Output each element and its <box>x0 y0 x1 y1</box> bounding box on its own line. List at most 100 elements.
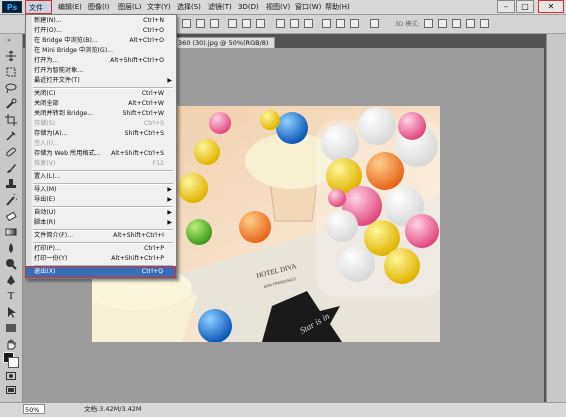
menu-item-print-one-copy[interactable]: 打印一份(Y) Alt+Shift+Ctrl+P <box>26 254 176 264</box>
menu-item-file-info[interactable]: 文件简介(F)... Alt+Shift+Ctrl+I <box>26 231 176 241</box>
menu-item-exit[interactable]: 退出(X) Ctrl+Q <box>25 266 176 278</box>
auto-align-icon[interactable] <box>370 19 379 28</box>
menu-item-label: 存储为 Web 所用格式... <box>34 150 101 157</box>
menu-item-export[interactable]: 导出(E) ▶ <box>26 195 176 205</box>
3d-pan-icon[interactable] <box>452 19 461 28</box>
align-center-icon[interactable] <box>242 19 251 28</box>
menu-item-shortcut: Ctrl+N <box>143 17 164 24</box>
move-tool-icon[interactable] <box>5 50 17 62</box>
menu-item-open[interactable]: 打开(O)... Ctrl+O <box>26 26 176 36</box>
menu-file[interactable]: 文件(F) <box>25 0 52 26</box>
menu-item-revert[interactable]: 恢复(V) F12 <box>26 159 176 169</box>
type-tool-icon[interactable]: T <box>5 290 17 302</box>
healing-brush-tool-icon[interactable] <box>5 146 17 158</box>
menu-item-close-go-bridge[interactable]: 关闭并转到 Bridge... Shift+Ctrl+W <box>26 109 176 119</box>
distribute-bottom-icon[interactable] <box>304 19 313 28</box>
menu-item-label: 存储(S) <box>34 120 56 127</box>
distribute-left-icon[interactable] <box>322 19 331 28</box>
menu-item-shortcut: Shift+Ctrl+W <box>122 110 164 117</box>
3d-mode-label: 3D 模式: <box>395 21 420 28</box>
background-color-swatch[interactable] <box>8 357 19 368</box>
pen-tool-icon[interactable] <box>5 274 17 286</box>
menu-item-shortcut: F12 <box>152 160 164 167</box>
menu-item-print[interactable]: 打印(P)... Ctrl+P <box>26 244 176 254</box>
menu-item-scripts[interactable]: 脚本(R) ▶ <box>26 218 176 228</box>
menu-item-close-all[interactable]: 关闭全部 Alt+Ctrl+W <box>26 99 176 109</box>
hand-tool-icon[interactable] <box>5 338 17 350</box>
vertical-scrollbar[interactable] <box>546 34 566 402</box>
menu-item-save-as[interactable]: 存储为(A)... Shift+Ctrl+S <box>26 129 176 139</box>
distribute-center-icon[interactable] <box>336 19 345 28</box>
zoom-field[interactable]: 50% <box>23 404 45 414</box>
3d-slide-icon[interactable] <box>466 19 475 28</box>
menu-window[interactable]: 窗口(W) <box>292 0 324 14</box>
submenu-arrow-icon: ▶ <box>167 77 172 84</box>
menu-help[interactable]: 帮助(H) <box>322 0 353 14</box>
menu-item-save-for-web[interactable]: 存储为 Web 所用格式... Alt+Shift+Ctrl+S <box>26 149 176 159</box>
menu-image[interactable]: 图像(I) <box>85 0 113 14</box>
distribute-right-icon[interactable] <box>350 19 359 28</box>
eyedropper-tool-icon[interactable] <box>5 130 17 142</box>
menu-item-browse-bridge[interactable]: 在 Bridge 中浏览(B)... Alt+Ctrl+O <box>26 36 176 46</box>
clone-stamp-tool-icon[interactable] <box>5 178 17 190</box>
menu-item-automate[interactable]: 自动(U) ▶ <box>26 208 176 218</box>
align-left-icon[interactable] <box>228 19 237 28</box>
minimize-button[interactable]: – <box>497 0 515 13</box>
menu-item-save[interactable]: 存储(S) Ctrl+S <box>26 119 176 129</box>
marquee-tool-icon[interactable] <box>5 66 17 78</box>
menu-view[interactable]: 视图(V) <box>263 0 293 14</box>
menu-select[interactable]: 选择(S) <box>174 0 204 14</box>
close-button[interactable]: ✕ <box>538 0 564 13</box>
blur-tool-icon[interactable] <box>5 242 17 254</box>
dodge-tool-icon[interactable] <box>5 258 17 270</box>
collapse-toolbox-icon[interactable]: » <box>7 38 15 44</box>
menu-item-label: 退出(X) <box>34 268 56 275</box>
menu-item-open-smart-object[interactable]: 打开为智能对象... <box>26 66 176 76</box>
3d-roll-icon[interactable] <box>438 19 447 28</box>
menu-filter[interactable]: 滤镜(T) <box>205 0 235 14</box>
menu-item-open-as[interactable]: 打开为... Alt+Shift+Ctrl+O <box>26 56 176 66</box>
align-top-icon[interactable] <box>182 19 191 28</box>
maximize-button[interactable]: □ <box>516 0 534 13</box>
menu-item-label: 关闭(C) <box>34 90 56 97</box>
menu-item-check-in[interactable]: 签入(I)... <box>26 139 176 149</box>
3d-rotate-icon[interactable] <box>424 19 433 28</box>
menu-item-new[interactable]: 新建(N)... Ctrl+N <box>26 16 176 26</box>
gradient-tool-icon[interactable] <box>5 226 17 238</box>
document-size-info[interactable]: 文档:3.42M/3.42M <box>84 404 142 414</box>
quick-mask-icon[interactable] <box>6 372 16 380</box>
align-middle-icon[interactable] <box>196 19 205 28</box>
brush-tool-icon[interactable] <box>5 162 17 174</box>
3d-scale-icon[interactable] <box>480 19 489 28</box>
eraser-tool-icon[interactable] <box>5 210 17 222</box>
quick-selection-tool-icon[interactable] <box>5 98 17 110</box>
distribute-top-icon[interactable] <box>276 19 285 28</box>
menu-layer[interactable]: 图层(L) <box>115 0 144 14</box>
align-right-icon[interactable] <box>256 19 265 28</box>
lasso-tool-icon[interactable] <box>5 82 17 94</box>
menu-item-place[interactable]: 置入(L)... <box>26 172 176 182</box>
menu-type[interactable]: 文字(Y) <box>144 0 174 14</box>
menu-item-shortcut: Alt+Ctrl+W <box>128 100 164 107</box>
menu-item-shortcut: Alt+Shift+Ctrl+O <box>110 57 164 64</box>
file-menu-dropdown: 新建(N)... Ctrl+N 打开(O)... Ctrl+O 在 Bridge 中… <box>25 14 177 279</box>
screen-mode-icon[interactable] <box>6 386 16 394</box>
menu-3d[interactable]: 3D(D) <box>235 0 262 14</box>
menu-item-shortcut: Ctrl+Q <box>141 268 163 275</box>
align-bottom-icon[interactable] <box>210 19 219 28</box>
distribute-middle-icon[interactable] <box>290 19 299 28</box>
menu-edit[interactable]: 编辑(E) <box>55 0 85 14</box>
crop-tool-icon[interactable] <box>5 114 17 126</box>
menu-item-browse-mini-bridge[interactable]: 在 Mini Bridge 中浏览(G)... <box>26 46 176 56</box>
menu-item-recent-files[interactable]: 最近打开文件(T) ▶ <box>26 76 176 86</box>
menu-item-label: 新建(N)... <box>34 17 62 24</box>
menu-item-label: 打印(P)... <box>34 245 61 252</box>
menu-item-label: 导入(M) <box>34 186 57 193</box>
menu-item-import[interactable]: 导入(M) ▶ <box>26 185 176 195</box>
menu-item-label: 打开为... <box>34 57 59 64</box>
document-tab[interactable]: 360 (30).jpg @ 50%(RGB/8) <box>175 37 275 48</box>
path-selection-tool-icon[interactable] <box>5 306 17 318</box>
rectangle-tool-icon[interactable] <box>5 322 17 334</box>
history-brush-tool-icon[interactable] <box>5 194 17 206</box>
menu-item-close[interactable]: 关闭(C) Ctrl+W <box>26 89 176 99</box>
